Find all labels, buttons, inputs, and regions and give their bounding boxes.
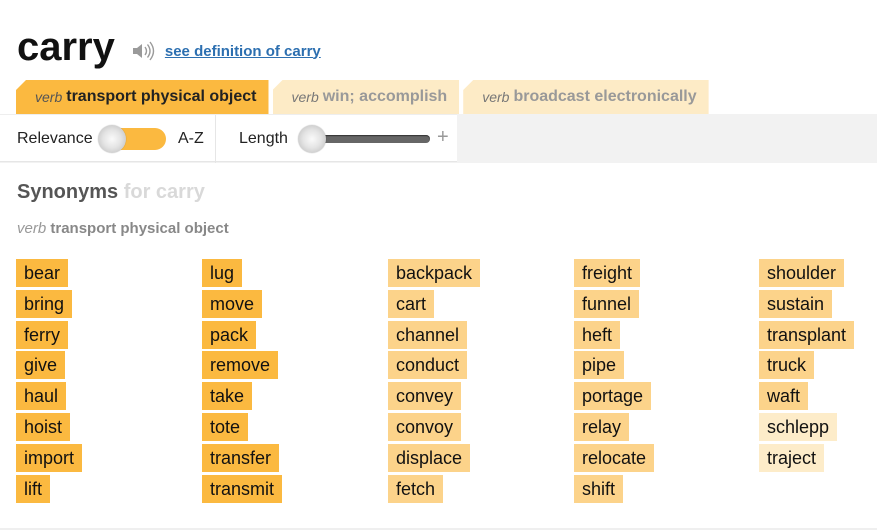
tab-transport-physical-object[interactable]: verb transport physical object — [16, 80, 269, 114]
synonym-chip[interactable]: funnel — [574, 290, 640, 318]
synonym-chip[interactable]: heft — [574, 321, 621, 349]
synonym-chip[interactable]: displace — [388, 444, 471, 472]
synonyms-sense: verb transport physical object — [17, 220, 229, 237]
synonym-chip[interactable]: portage — [574, 382, 652, 410]
synonym-chip[interactable]: transplant — [759, 321, 855, 349]
synonym-chip[interactable]: give — [16, 351, 66, 379]
synonyms-title: Synonyms for carry — [17, 181, 205, 204]
synonym-chip[interactable]: import — [16, 444, 83, 472]
synonym-chip[interactable]: shift — [574, 475, 624, 503]
tab-pos: verb — [35, 89, 63, 105]
see-definition-link[interactable]: see definition of carry — [165, 43, 321, 60]
tab-sense: broadcast electronically — [513, 88, 697, 105]
synonyms-label: Synonyms — [17, 181, 119, 203]
synonym-chip[interactable]: relocate — [574, 444, 655, 472]
length-slider-rail[interactable] — [312, 135, 430, 143]
length-label: Length — [239, 130, 288, 147]
tab-pos: verb — [291, 89, 319, 105]
synonym-chip[interactable]: cart — [388, 290, 435, 318]
az-label: A-Z — [178, 130, 204, 147]
synonym-chip[interactable]: pack — [202, 321, 257, 349]
synonym-chip[interactable]: fetch — [388, 475, 444, 503]
synonym-chip[interactable]: pipe — [574, 351, 625, 379]
synonym-chip[interactable]: transmit — [202, 475, 283, 503]
synonym-chip[interactable]: bear — [16, 259, 69, 287]
synonym-chip[interactable]: truck — [759, 351, 815, 379]
synonym-chip[interactable]: ferry — [16, 321, 68, 349]
synonym-chip[interactable]: tote — [202, 413, 249, 441]
tab-sense: transport physical object — [66, 88, 257, 105]
synonym-chip[interactable]: hoist — [16, 413, 71, 441]
sense-tabs: verb transport physical object verb win;… — [16, 80, 709, 114]
synonym-chip[interactable]: lift — [16, 475, 50, 503]
synonym-chip[interactable]: move — [202, 290, 263, 318]
synonyms-for: for carry — [123, 181, 205, 203]
synonym-chip[interactable]: relay — [574, 413, 630, 441]
tab-win-accomplish[interactable]: verb win; accomplish — [272, 80, 460, 114]
synonym-chip[interactable]: shoulder — [759, 259, 845, 287]
synonym-chip[interactable]: remove — [202, 351, 279, 379]
synonym-chip[interactable]: convoy — [388, 413, 462, 441]
synonym-chip[interactable]: traject — [759, 444, 825, 472]
tab-pos: verb — [482, 89, 510, 105]
synonym-chip[interactable]: backpack — [388, 259, 481, 287]
synonym-chip[interactable]: schlepp — [759, 413, 838, 441]
synonym-chip[interactable]: waft — [759, 382, 809, 410]
sense-label: transport physical object — [50, 220, 229, 237]
synonym-chip[interactable]: lug — [202, 259, 243, 287]
synonym-chip[interactable]: freight — [574, 259, 641, 287]
relevance-label: Relevance — [17, 130, 93, 147]
plus-icon[interactable]: + — [437, 126, 449, 148]
synonym-chip[interactable]: sustain — [759, 290, 833, 318]
synonym-chip[interactable]: haul — [16, 382, 67, 410]
filter-controls: Relevance A-Z Length + — [0, 114, 877, 163]
synonym-chip[interactable]: convey — [388, 382, 462, 410]
synonym-chip[interactable]: bring — [16, 290, 73, 318]
headword-row: carry see definition of carry — [17, 24, 321, 74]
sense-pos: verb — [17, 220, 47, 237]
sort-toggle-knob[interactable] — [98, 125, 126, 153]
tab-broadcast-electronically[interactable]: verb broadcast electronically — [463, 80, 709, 114]
length-slider-knob[interactable] — [298, 125, 326, 153]
tab-sense: win; accomplish — [322, 88, 448, 105]
controls-divider — [215, 115, 216, 163]
synonym-chip[interactable]: channel — [388, 321, 468, 349]
sort-toggle[interactable] — [98, 125, 168, 153]
synonym-chip[interactable]: conduct — [388, 351, 468, 379]
headword: carry — [17, 25, 115, 69]
synonym-chip[interactable]: transfer — [202, 444, 280, 472]
length-slider[interactable] — [298, 125, 434, 153]
speaker-icon[interactable] — [131, 39, 155, 63]
synonym-chip[interactable]: take — [202, 382, 253, 410]
controls-box: Relevance A-Z Length + — [0, 114, 457, 163]
